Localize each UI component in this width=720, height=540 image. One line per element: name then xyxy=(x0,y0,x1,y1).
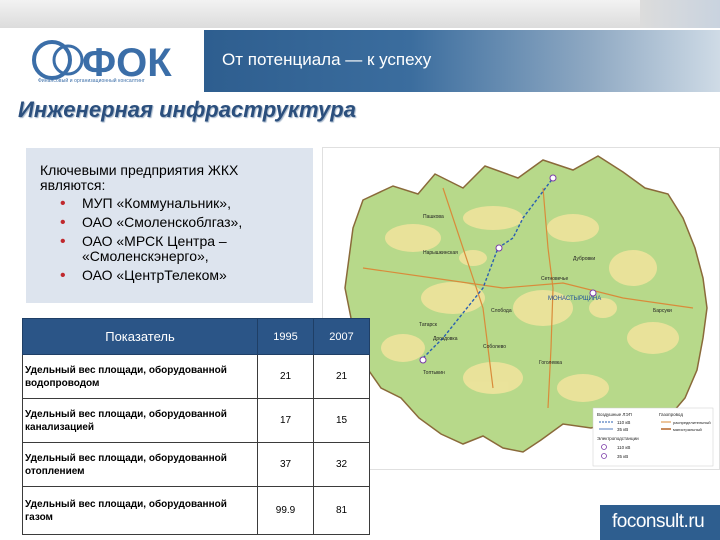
legend-item: 110 кВ xyxy=(617,420,630,425)
bullet-list: • МУП «Коммунальник», • ОАО «Смоленскоблга… xyxy=(56,196,306,287)
logo-graphic: ФОК xyxy=(32,40,172,82)
table-cell-value: 99.9 xyxy=(257,486,314,535)
table-cell-value: 15 xyxy=(313,398,370,443)
map-field xyxy=(463,206,523,230)
legend-substation-icon xyxy=(601,453,607,459)
bullet-dot-icon: • xyxy=(60,214,66,231)
logo-text: ФОК xyxy=(82,41,172,82)
map-place-label: Пашкова xyxy=(423,214,444,220)
table-row: Удельный вес площади, оборудованной кана… xyxy=(22,398,370,443)
page-title: Инженерная инфраструктура xyxy=(18,97,356,122)
table-row: Удельный вес площади, оборудованной водо… xyxy=(22,354,370,399)
table-cell-value: 32 xyxy=(313,442,370,487)
map-legend: Воздушные ЛЭП 110 кВ 35 кВ Электроподста… xyxy=(592,407,714,467)
map-place-label: Слобода xyxy=(491,308,512,314)
table-cell-value: 81 xyxy=(313,486,370,535)
map-place-label: Дроздовка xyxy=(433,336,458,342)
bullet-item: • ОАО «МРСК Центра – «Смоленскэнерго», xyxy=(56,234,306,264)
table-cell-value: 17 xyxy=(257,398,314,443)
logo-subtitle: Финансовый и организационный консалтинг xyxy=(38,78,145,84)
legend-substation-icon xyxy=(601,444,607,450)
map-place-label: Соболево xyxy=(483,344,506,350)
bullet-dot-icon: • xyxy=(60,267,66,284)
map-graphic: Нарышкинская Пашкова Дубровки Сетновечье… xyxy=(344,155,714,467)
bullet-dot-icon: • xyxy=(60,195,66,212)
table-cell-label: Удельный вес площади, оборудованной водо… xyxy=(22,354,258,399)
table-row: Удельный вес площади, оборудованной газо… xyxy=(22,486,370,535)
map-place-label: Барсуки xyxy=(653,308,672,314)
lead-text: Ключевыми предприятия ЖКХ являются: xyxy=(40,162,239,193)
top-band-edge xyxy=(640,0,720,28)
region-map: Нарышкинская Пашкова Дубровки Сетновечье… xyxy=(322,147,720,470)
map-field xyxy=(459,250,487,266)
column-header: 1995 xyxy=(257,318,314,355)
table-cell-value: 37 xyxy=(257,442,314,487)
bullet-text: ОАО «ЦентрТелеком» xyxy=(82,267,227,283)
map-place-label: Гоголевка xyxy=(539,360,562,366)
legend-item: 110 кВ xyxy=(617,445,630,450)
map-place-label: Нарышкинская xyxy=(423,250,458,256)
map-field xyxy=(547,214,599,242)
bullet-text: ОАО «Смоленскоблгаз», xyxy=(82,214,243,230)
column-header: 2007 xyxy=(313,318,370,355)
map-field xyxy=(557,374,609,402)
table-row: Удельный вес площади, оборудованной отоп… xyxy=(22,442,370,487)
table-cell-value: 21 xyxy=(313,354,370,399)
table-cell-label: Удельный вес площади, оборудованной кана… xyxy=(22,398,258,443)
top-band xyxy=(0,0,720,28)
map-place-label: Татарск xyxy=(419,322,438,328)
indicator-table: Показатель 1995 2007 Удельный вес площад… xyxy=(22,318,370,535)
map-field xyxy=(609,250,657,286)
legend-title: Газопровод xyxy=(659,412,683,417)
legend-item: магистральный xyxy=(673,427,702,432)
bullet-text: МУП «Коммунальник», xyxy=(82,195,231,211)
bullet-text: ОАО «МРСК Центра – «Смоленскэнерго», xyxy=(82,233,227,264)
footer-brand: foconsult.ru xyxy=(600,505,720,540)
substation-icon xyxy=(419,356,427,364)
table-cell-label: Удельный вес площади, оборудованной отоп… xyxy=(22,442,258,487)
legend-title: Электроподстанции xyxy=(597,436,639,441)
legend-item: 35 кВ xyxy=(617,454,628,459)
column-header: Показатель xyxy=(22,318,258,355)
map-place-label: Сетновечье xyxy=(541,276,568,282)
table-header-row: Показатель 1995 2007 xyxy=(22,318,370,355)
footer-brand-text: foconsult.ru xyxy=(612,511,705,532)
map-field xyxy=(463,362,523,394)
map-place-label: Дубровки xyxy=(573,256,595,262)
map-field xyxy=(385,224,441,252)
legend-title: Воздушные ЛЭП xyxy=(597,412,632,417)
bullet-item: • ОАО «ЦентрТелеком» xyxy=(56,267,306,284)
slogan: От потенциала — к успеху xyxy=(222,50,432,69)
substation-icon xyxy=(549,174,557,182)
bullet-item: • ОАО «Смоленскоблгаз», xyxy=(56,214,306,231)
table-cell-label: Удельный вес площади, оборудованной газо… xyxy=(22,486,258,535)
bullet-dot-icon: • xyxy=(60,233,66,250)
legend-item: распределительный xyxy=(673,420,711,425)
legend-item: 35 кВ xyxy=(617,427,628,432)
map-place-label: МОНАСТЫРЩИНА xyxy=(548,296,601,302)
map-field xyxy=(627,322,679,354)
substation-icon xyxy=(589,289,597,297)
substation-icon xyxy=(495,244,503,252)
table-cell-value: 21 xyxy=(257,354,314,399)
map-place-label: Топтыкин xyxy=(423,370,445,376)
map-field xyxy=(381,334,425,362)
bullet-item: • МУП «Коммунальник», xyxy=(56,195,306,212)
